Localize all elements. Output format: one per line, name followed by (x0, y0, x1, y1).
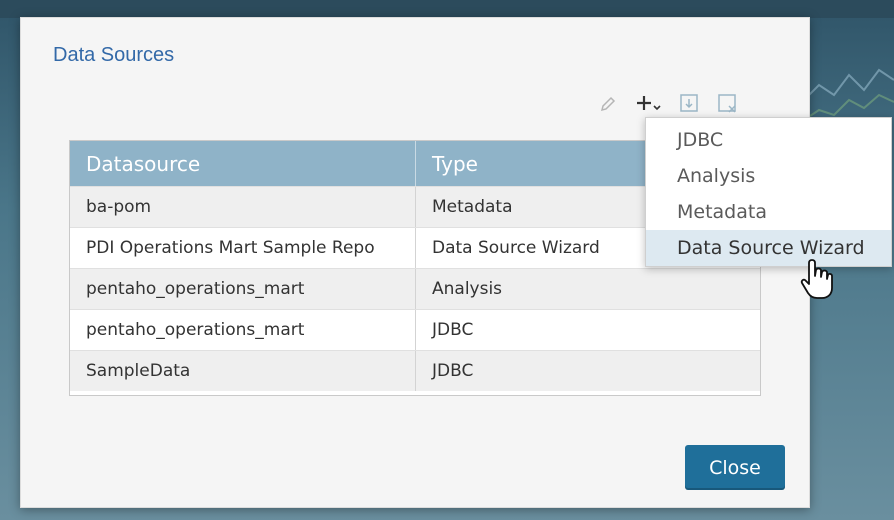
add-datasource-menu: JDBC Analysis Metadata Data Source Wizar… (645, 117, 892, 267)
menu-item-analysis[interactable]: Analysis (646, 158, 891, 194)
datasource-type: JDBC (432, 320, 474, 340)
menu-item-data-source-wizard[interactable]: Data Source Wizard (646, 230, 891, 266)
datasource-name: pentaho_operations_mart (70, 269, 416, 309)
plus-dropdown-icon[interactable] (634, 92, 664, 116)
column-header-datasource[interactable]: Datasource (70, 141, 416, 186)
datasource-name: PDI Operations Mart Sample Repo (70, 228, 416, 268)
background-topbar (0, 0, 894, 18)
menu-item-jdbc[interactable]: JDBC (646, 122, 891, 158)
datasource-name: ba-pom (70, 187, 416, 227)
datasource-toolbar (596, 90, 740, 118)
table-row[interactable]: pentaho_operations_mart Analysis (70, 268, 760, 309)
import-icon[interactable] (678, 92, 702, 116)
table-row[interactable]: SampleData JDBC (70, 350, 760, 391)
datasource-name: SampleData (70, 351, 416, 391)
datasource-type: Analysis (432, 279, 503, 299)
table-row[interactable]: pentaho_operations_mart JDBC (70, 309, 760, 350)
delete-icon[interactable] (716, 92, 740, 116)
datasource-type: JDBC (432, 361, 474, 381)
menu-item-metadata[interactable]: Metadata (646, 194, 891, 230)
dialog-title: Data Sources (53, 44, 175, 66)
close-button[interactable]: Close (685, 445, 785, 490)
pencil-icon[interactable] (596, 92, 620, 116)
hand-cursor-icon (800, 259, 833, 299)
datasource-name: pentaho_operations_mart (70, 310, 416, 350)
